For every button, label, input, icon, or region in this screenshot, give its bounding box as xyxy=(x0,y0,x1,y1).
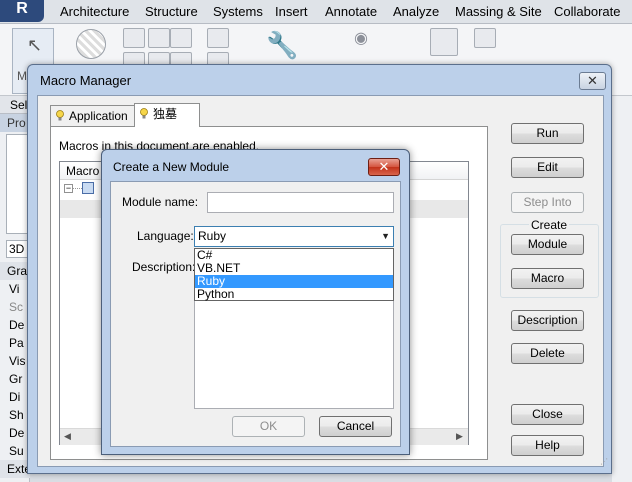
create-group-label: Create xyxy=(529,218,570,232)
property-row[interactable]: Sc xyxy=(0,298,30,316)
create-module-dialog: Create a New Module ✕ Module name: Langu… xyxy=(101,149,410,455)
help-button[interactable]: Help xyxy=(511,435,584,456)
properties-panel: Pro 3D Gra Vi Sc De Pa Vis Gr Di Sh De S… xyxy=(0,114,30,482)
create-module-client: Module name: Language: Ruby ▼ C# VB.NET … xyxy=(110,181,401,447)
description-button[interactable]: Description xyxy=(511,310,584,331)
language-selected-value: Ruby xyxy=(198,229,227,243)
lightbulb-icon xyxy=(56,110,64,121)
ribbon-tab-structure[interactable]: Structure xyxy=(145,0,198,24)
language-dropdown-list: C# VB.NET Ruby Python xyxy=(194,248,394,301)
close-button[interactable]: Close xyxy=(511,404,584,425)
run-button[interactable]: Run xyxy=(511,123,584,144)
ok-button[interactable]: OK xyxy=(232,416,305,437)
cancel-button[interactable]: Cancel xyxy=(319,416,392,437)
ribbon-tab-analyze[interactable]: Analyze xyxy=(393,0,439,24)
view-3d-selector[interactable]: 3D xyxy=(6,240,28,258)
cursor-arrow-icon: ↖ xyxy=(27,35,43,55)
ribbon-tab-systems[interactable]: Systems xyxy=(213,0,263,24)
ribbon-tab-bar: R Architecture Structure Systems Insert … xyxy=(0,0,632,24)
scroll-left-icon[interactable]: ◀ xyxy=(64,431,71,442)
language-label: Language: xyxy=(137,229,194,243)
tree-line xyxy=(73,188,82,189)
macro-manager-close-button[interactable]: ✕ xyxy=(579,72,606,90)
select-panel-label: Sel xyxy=(10,98,28,112)
tool-icon[interactable] xyxy=(207,28,229,48)
create-module-close-button[interactable]: ✕ xyxy=(368,158,400,176)
create-module-button[interactable]: Module xyxy=(511,234,584,255)
property-row[interactable]: Sh xyxy=(0,406,30,424)
tool-icon[interactable] xyxy=(474,28,496,48)
ribbon-tab-collaborate[interactable]: Collaborate xyxy=(554,0,621,24)
type-selector-preview[interactable] xyxy=(6,134,28,234)
property-row[interactable]: Pa xyxy=(0,334,30,352)
create-module-title: Create a New Module xyxy=(113,160,230,174)
ribbon-tab-insert[interactable]: Insert xyxy=(275,0,308,24)
scroll-right-icon[interactable]: ▶ xyxy=(456,431,463,442)
tool-icon[interactable] xyxy=(123,28,145,48)
graphics-group-header[interactable]: Gra xyxy=(0,262,30,280)
language-select[interactable]: Ruby ▼ xyxy=(194,226,394,247)
ribbon-tab-annotate[interactable]: Annotate xyxy=(325,0,377,24)
module-name-label: Module name: xyxy=(122,195,199,209)
chevron-down-icon[interactable]: ▼ xyxy=(381,227,390,246)
create-macro-button[interactable]: Macro xyxy=(511,268,584,289)
property-row[interactable]: Su xyxy=(0,442,30,460)
tab-document[interactable]: 独墓 xyxy=(134,103,200,127)
sphere-icon[interactable] xyxy=(76,29,106,59)
property-row[interactable]: Gr xyxy=(0,370,30,388)
delete-button[interactable]: Delete xyxy=(511,343,584,364)
close-icon: ✕ xyxy=(378,159,390,174)
document-icon xyxy=(82,182,94,194)
modify-button-label: M xyxy=(17,69,27,83)
tab-application[interactable]: Application xyxy=(50,105,135,127)
step-into-button[interactable]: Step Into xyxy=(511,192,584,213)
language-option-python[interactable]: Python xyxy=(195,288,393,301)
extents-group-header[interactable]: Exte xyxy=(0,460,30,478)
properties-header: Pro xyxy=(0,114,30,132)
drawing-area-edge xyxy=(612,96,632,482)
collapse-icon[interactable]: − xyxy=(64,184,73,193)
module-name-input[interactable] xyxy=(207,192,394,213)
resize-grip-icon[interactable]: ⋰ xyxy=(600,458,610,469)
tool-icon[interactable] xyxy=(148,28,170,48)
tab-application-label: Application xyxy=(69,109,128,123)
close-icon: ✕ xyxy=(587,73,598,88)
edit-button[interactable]: Edit xyxy=(511,157,584,178)
description-label: Description: xyxy=(132,260,196,274)
property-row[interactable]: Di xyxy=(0,388,30,406)
property-row[interactable]: Vi xyxy=(0,280,30,298)
tool-icon[interactable] xyxy=(170,28,192,48)
property-row[interactable]: De xyxy=(0,316,30,334)
tab-document-label: 独墓 xyxy=(153,107,178,121)
property-row[interactable]: Vis xyxy=(0,352,30,370)
lightbulb-icon xyxy=(140,108,148,119)
macro-manager-title: Macro Manager xyxy=(40,73,132,88)
list-icon[interactable] xyxy=(430,28,458,56)
globe-icon[interactable]: ◉ xyxy=(354,28,368,48)
ribbon-tab-architecture[interactable]: Architecture xyxy=(60,0,129,24)
wrench-icon[interactable]: 🔧 xyxy=(266,30,298,61)
property-row[interactable]: De xyxy=(0,424,30,442)
ribbon-tab-massing-site[interactable]: Massing & Site xyxy=(455,0,542,24)
application-menu-button[interactable]: R xyxy=(0,0,44,22)
